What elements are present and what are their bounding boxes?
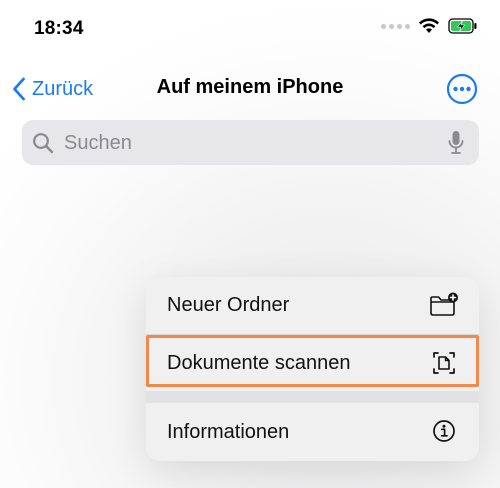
- doc-scan-icon: [433, 352, 455, 374]
- menu-item-label: Dokumente scannen: [167, 352, 351, 374]
- screen: 18:34 Zurück Auf meinem iPhone Suchen Ne…: [0, 0, 500, 488]
- more-button[interactable]: [446, 73, 478, 105]
- status-icons: [381, 18, 478, 34]
- search-bar[interactable]: Suchen: [22, 120, 479, 165]
- status-time: 18:34: [34, 18, 84, 39]
- folder-add-icon: [430, 292, 458, 316]
- signal-dots-icon: [381, 23, 410, 29]
- info-icon: [433, 420, 455, 442]
- menu-item-label: Neuer Ordner: [167, 294, 290, 316]
- menu-item-new-folder[interactable]: Neuer Ordner: [146, 277, 479, 334]
- menu-item-label: Informationen: [167, 421, 290, 443]
- search-icon: [33, 133, 54, 154]
- menu-item-info[interactable]: Informationen: [146, 403, 479, 461]
- search-input[interactable]: Suchen: [64, 132, 132, 155]
- mic-icon[interactable]: [447, 130, 465, 156]
- battery-charging-icon: [448, 18, 477, 34]
- wifi-icon: [419, 18, 439, 33]
- menu-separator: [146, 391, 479, 403]
- menu-item-scan-documents[interactable]: Dokumente scannen: [146, 334, 479, 391]
- context-menu: Neuer Ordner Dokumente scannen Informati…: [146, 277, 479, 461]
- page-title: Auf meinem iPhone: [156, 76, 344, 98]
- ellipsis-circle-icon: [446, 73, 478, 105]
